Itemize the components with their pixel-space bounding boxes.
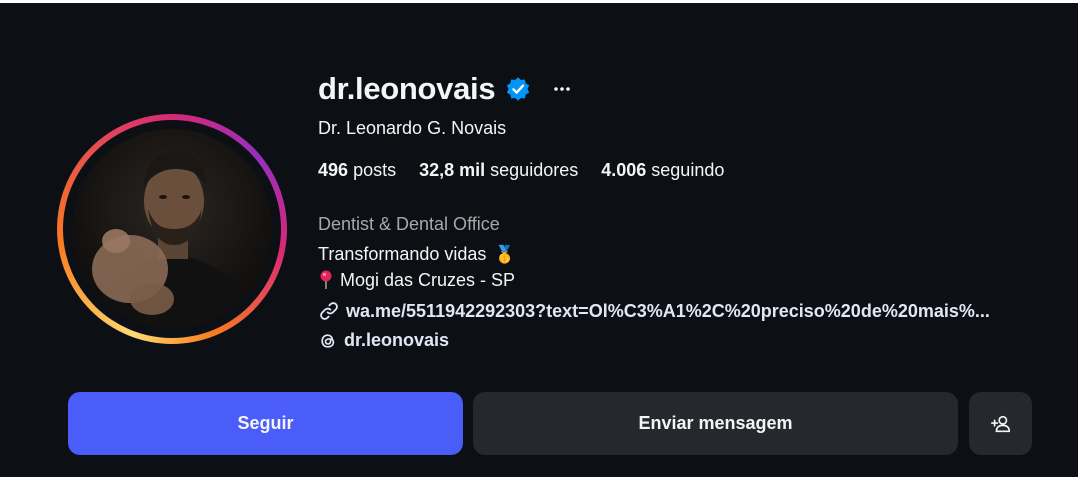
bio-text: Transformando vidas <box>318 244 487 264</box>
link-text: wa.me/5511942292303?text=Ol%C3%A1%2C%20p… <box>346 300 990 321</box>
profile-stats: 496 posts 32,8 mil seguidores 4.006 segu… <box>318 160 747 181</box>
medal-emoji: 🥇 <box>494 244 516 265</box>
person-pointing-image <box>92 151 252 329</box>
bio-location-line: Mogi das Cruzes - SP <box>318 269 515 291</box>
category-label: Dentist & Dental Office <box>318 214 500 234</box>
location-pin-icon <box>320 270 332 289</box>
threads-icon <box>321 333 335 348</box>
following-count: 4.006 <box>601 160 647 180</box>
followers-stat[interactable]: 32,8 mil seguidores <box>419 160 578 181</box>
following-stat[interactable]: 4.006 seguindo <box>601 160 724 181</box>
profile-avatar[interactable] <box>57 114 287 344</box>
send-message-button-label: Enviar mensagem <box>638 413 793 433</box>
send-message-button[interactable]: Enviar mensagem <box>473 392 958 455</box>
username: dr.leonovais <box>318 71 496 106</box>
avatar-photo <box>72 129 272 329</box>
follow-button-label: Seguir <box>237 413 294 433</box>
followers-label: seguidores <box>490 160 579 180</box>
add-person-icon <box>990 415 1010 432</box>
threads-handle: dr.leonovais <box>344 330 450 350</box>
location-text: Mogi das Cruzes - SP <box>340 269 516 290</box>
posts-label: posts <box>353 160 397 180</box>
posts-stat: 496 posts <box>318 160 396 181</box>
posts-count: 496 <box>318 160 349 180</box>
bio-line: Transformando vidas 🥇 <box>318 244 516 265</box>
username-row: dr.leonovais <box>318 69 571 109</box>
profile-header: dr.leonovais Dr. Leonardo G. Novais 496 … <box>0 3 1078 477</box>
threads-link[interactable]: dr.leonovais <box>318 330 449 351</box>
verified-badge-icon <box>507 77 530 101</box>
suggested-accounts-button[interactable] <box>969 392 1032 455</box>
followers-count: 32,8 mil <box>419 160 486 180</box>
following-label: seguindo <box>651 160 725 180</box>
full-name: Dr. Leonardo G. Novais <box>318 118 507 138</box>
link-icon <box>320 302 338 320</box>
follow-button[interactable]: Seguir <box>68 392 463 455</box>
external-link[interactable]: wa.me/5511942292303?text=Ol%C3%A1%2C%20p… <box>318 300 990 322</box>
more-options-icon[interactable] <box>553 85 571 93</box>
